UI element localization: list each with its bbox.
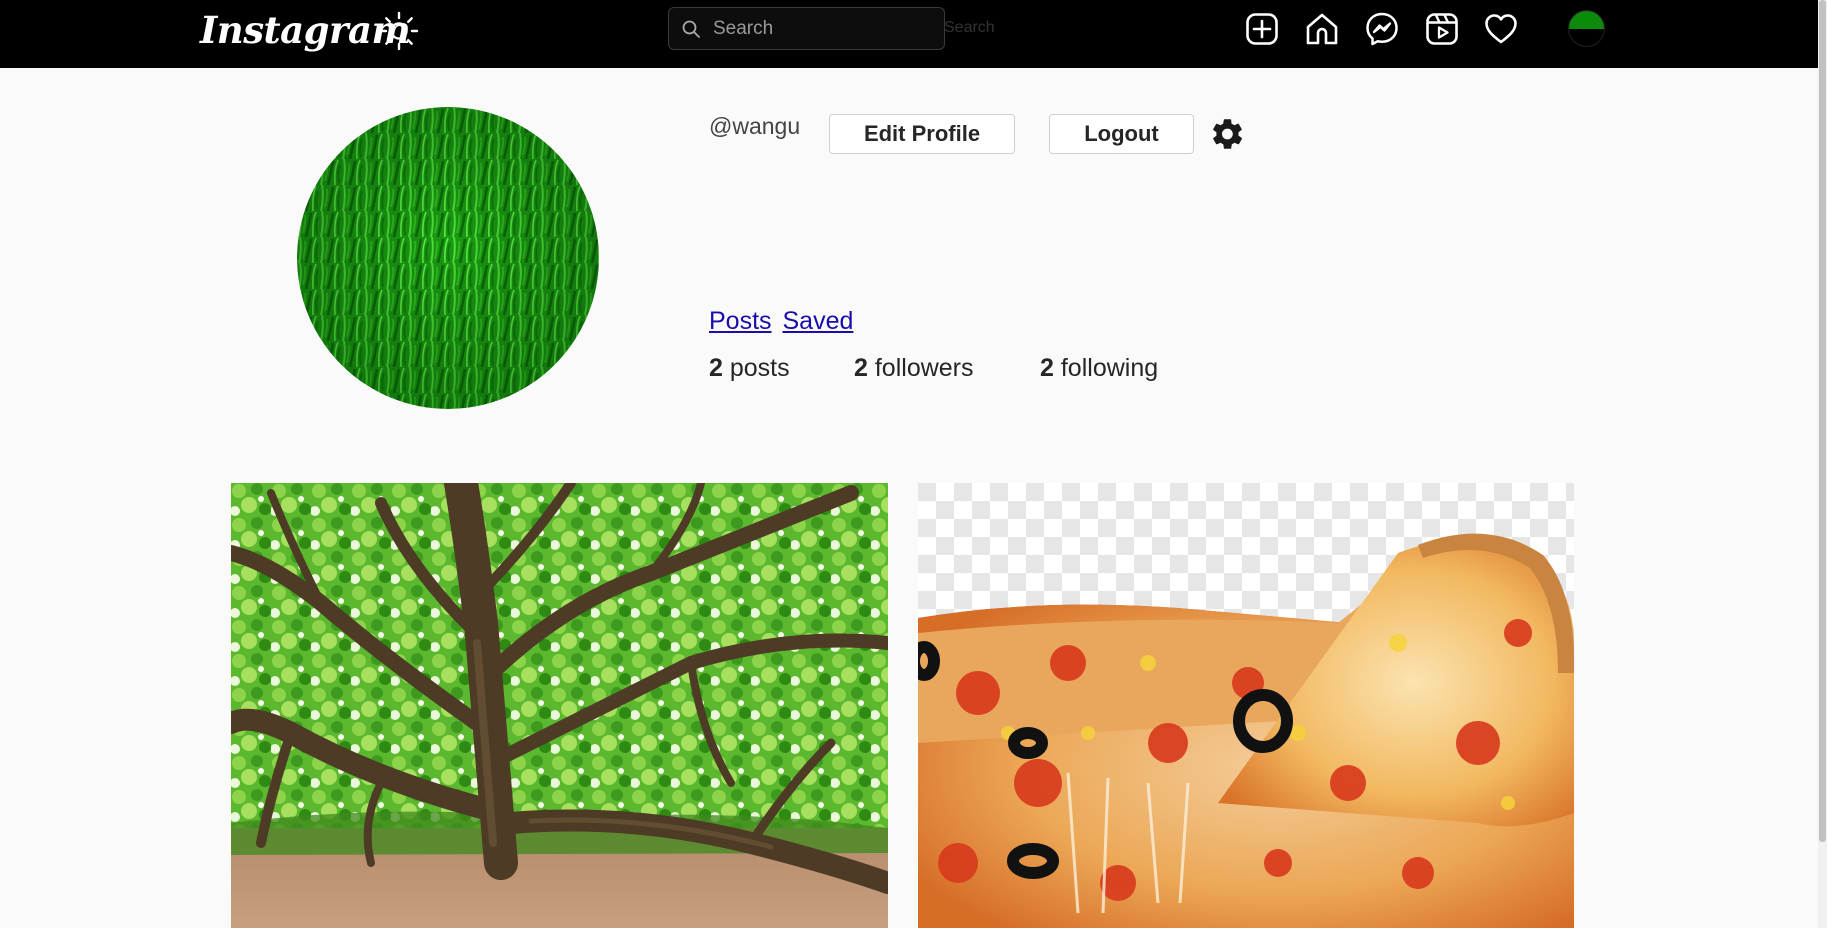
profile-username: @wangu	[709, 113, 801, 139]
profile-tabs: Posts Saved	[709, 307, 857, 336]
theme-toggle-icon[interactable]	[378, 10, 420, 52]
search-input[interactable]	[713, 8, 938, 49]
profile-stats: 2 posts 2 followers 2 following	[709, 354, 1158, 383]
messenger-icon[interactable]	[1364, 11, 1400, 47]
settings-gear-icon[interactable]	[1211, 118, 1243, 150]
profile-avatar[interactable]	[297, 107, 599, 409]
reels-icon[interactable]	[1424, 11, 1460, 47]
scrollbar-thumb[interactable]	[1819, 0, 1826, 842]
profile-avatar-nav[interactable]	[1568, 10, 1605, 47]
search-box[interactable]	[668, 7, 945, 50]
stat-followers[interactable]: 2 followers	[854, 354, 1040, 383]
create-post-icon[interactable]	[1244, 11, 1280, 47]
stat-following[interactable]: 2 following	[1040, 354, 1158, 383]
edit-profile-button[interactable]: Edit Profile	[829, 114, 1015, 154]
home-icon[interactable]	[1304, 11, 1340, 47]
logout-button[interactable]: Logout	[1049, 114, 1194, 154]
post-thumbnail-pizza[interactable]	[918, 483, 1574, 928]
search-icon	[682, 20, 700, 38]
tab-saved[interactable]: Saved	[782, 307, 853, 335]
post-thumbnail-tree[interactable]	[231, 483, 888, 928]
heart-icon[interactable]	[1483, 11, 1519, 47]
tab-posts[interactable]: Posts	[709, 307, 772, 335]
search-label: Search	[944, 19, 995, 36]
stat-posts[interactable]: 2 posts	[709, 354, 854, 383]
top-nav-bar: Instagram Search	[0, 0, 1818, 68]
